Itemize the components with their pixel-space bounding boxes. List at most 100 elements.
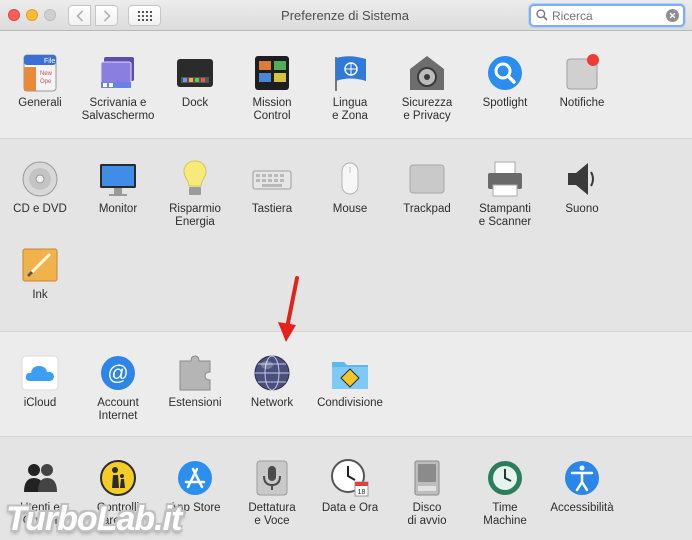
grid-icon xyxy=(137,10,152,21)
pane-label: Condivisione xyxy=(317,397,383,409)
dictation-speech-icon xyxy=(256,460,288,496)
pane-label: Tastiera xyxy=(251,203,293,215)
svg-text:File: File xyxy=(44,58,55,65)
monitor-icon xyxy=(100,164,136,196)
spotlight-icon xyxy=(488,56,522,90)
svg-text:18: 18 xyxy=(358,489,366,496)
pane-label: Accessibilità xyxy=(550,502,614,514)
pane-ink[interactable]: Ink xyxy=(0,245,80,302)
section-hardware: CD e DVD Monitor Risparmio Energia Tasti… xyxy=(0,139,692,332)
pane-label: Mission Control xyxy=(252,97,292,122)
annotation-arrow-icon xyxy=(278,276,299,342)
chevron-left-icon xyxy=(75,9,83,22)
sound-icon xyxy=(568,163,594,195)
search-field[interactable] xyxy=(529,4,685,27)
pane-label: Mouse xyxy=(332,203,368,215)
pane-label: Suono xyxy=(565,203,599,215)
pane-security-privacy[interactable]: Sicurezza e Privacy xyxy=(387,53,467,123)
pane-dock[interactable]: Dock xyxy=(155,53,235,110)
pane-label: Monitor xyxy=(98,203,138,215)
pane-sharing[interactable]: Condivisione xyxy=(310,353,390,410)
security-privacy-icon xyxy=(410,56,444,90)
pane-label: Data e Ora xyxy=(321,502,379,514)
pane-energy-saver[interactable]: Risparmio Energia xyxy=(155,159,235,229)
pane-mouse[interactable]: Mouse xyxy=(310,159,390,216)
keyboard-icon xyxy=(252,170,292,190)
pane-desktop-screensaver[interactable]: Scrivania e Salvaschermo xyxy=(78,53,158,123)
pane-printers-scanners[interactable]: Stampanti e Scanner xyxy=(465,159,545,229)
back-button[interactable] xyxy=(68,5,91,26)
pane-sound[interactable]: Suono xyxy=(542,159,622,216)
pane-label: Spotlight xyxy=(482,97,528,109)
section-internet-wireless: iCloud @ Account Internet Estensioni Net… xyxy=(0,332,692,437)
close-icon xyxy=(669,12,676,19)
watermark-logo: TurboLab.it xyxy=(6,500,182,538)
search-input[interactable] xyxy=(552,7,662,24)
pane-cd-dvd[interactable]: CD e DVD xyxy=(0,159,80,216)
pane-label: Dettatura e Voce xyxy=(248,502,296,527)
pane-label: Trackpad xyxy=(403,203,451,215)
pane-displays[interactable]: Monitor xyxy=(78,159,158,216)
pane-label: Risparmio Energia xyxy=(169,203,221,228)
cd-dvd-icon xyxy=(22,161,58,197)
accessibility-icon xyxy=(565,461,599,495)
extensions-icon xyxy=(179,355,211,391)
network-icon xyxy=(254,355,290,391)
pane-label: Account Internet xyxy=(97,397,139,422)
show-all-button[interactable] xyxy=(128,5,161,26)
mission-control-icon xyxy=(255,56,289,90)
forward-button[interactable] xyxy=(95,5,118,26)
pane-label: Network xyxy=(250,397,294,409)
pane-label: Lingua e Zona xyxy=(332,97,368,122)
internet-accounts-icon: @ xyxy=(101,356,135,390)
pane-date-time[interactable]: 18 Data e Ora xyxy=(310,458,390,515)
language-region-icon xyxy=(335,56,366,91)
parental-controls-icon xyxy=(100,460,136,496)
pane-network[interactable]: Network xyxy=(232,353,312,410)
chevron-right-icon xyxy=(103,9,111,22)
pane-extensions[interactable]: Estensioni xyxy=(155,353,235,410)
pane-time-machine[interactable]: Time Machine xyxy=(465,458,545,528)
svg-text:Ope: Ope xyxy=(40,79,52,85)
pane-label: Time Machine xyxy=(483,502,527,527)
users-groups-icon xyxy=(24,464,57,492)
printer-icon xyxy=(488,161,522,197)
pane-spotlight[interactable]: Spotlight xyxy=(465,53,545,110)
pane-internet-accounts[interactable]: @ Account Internet xyxy=(78,353,158,423)
pane-notifications[interactable]: Notifiche xyxy=(542,53,622,110)
close-window-button[interactable] xyxy=(8,9,20,21)
pane-startup-disk[interactable]: Disco di avvio xyxy=(387,458,467,528)
icloud-icon xyxy=(21,355,59,391)
pane-label: Notifiche xyxy=(559,97,605,109)
pane-label: Ink xyxy=(32,289,48,301)
pane-dictation-speech[interactable]: Dettatura e Voce xyxy=(232,458,312,528)
time-machine-icon xyxy=(488,461,522,495)
pane-label: Scrivania e Salvaschermo xyxy=(81,97,155,122)
zoom-window-button[interactable] xyxy=(44,9,56,21)
desktop-screensaver-icon xyxy=(100,57,134,88)
pane-label: Estensioni xyxy=(168,397,222,409)
pane-general[interactable]: File New Ope Generali xyxy=(0,53,80,110)
startup-disk-icon xyxy=(414,460,440,496)
pane-label: CD e DVD xyxy=(13,203,67,215)
pane-language-region[interactable]: Lingua e Zona xyxy=(310,53,390,123)
pane-mission-control[interactable]: Mission Control xyxy=(232,53,312,123)
pane-icloud[interactable]: iCloud xyxy=(0,353,80,410)
pane-label: Stampanti e Scanner xyxy=(478,203,532,228)
pane-accessibility[interactable]: Accessibilità xyxy=(542,458,622,515)
window-titlebar: Preferenze di Sistema xyxy=(0,0,692,31)
pane-label: Dock xyxy=(181,97,209,109)
pane-keyboard[interactable]: Tastiera xyxy=(232,159,312,216)
general-icon: File New Ope xyxy=(23,54,57,92)
minimize-window-button[interactable] xyxy=(26,9,38,21)
clear-search-button[interactable] xyxy=(666,9,679,22)
energy-saver-icon xyxy=(183,160,207,195)
notifications-icon xyxy=(566,54,599,90)
svg-text:@: @ xyxy=(107,362,128,385)
sharing-icon xyxy=(332,362,368,389)
mouse-icon xyxy=(341,162,359,195)
pane-trackpad[interactable]: Trackpad xyxy=(387,159,467,216)
trackpad-icon xyxy=(409,164,445,194)
pane-label: Sicurezza e Privacy xyxy=(401,97,453,122)
search-icon xyxy=(536,9,548,21)
